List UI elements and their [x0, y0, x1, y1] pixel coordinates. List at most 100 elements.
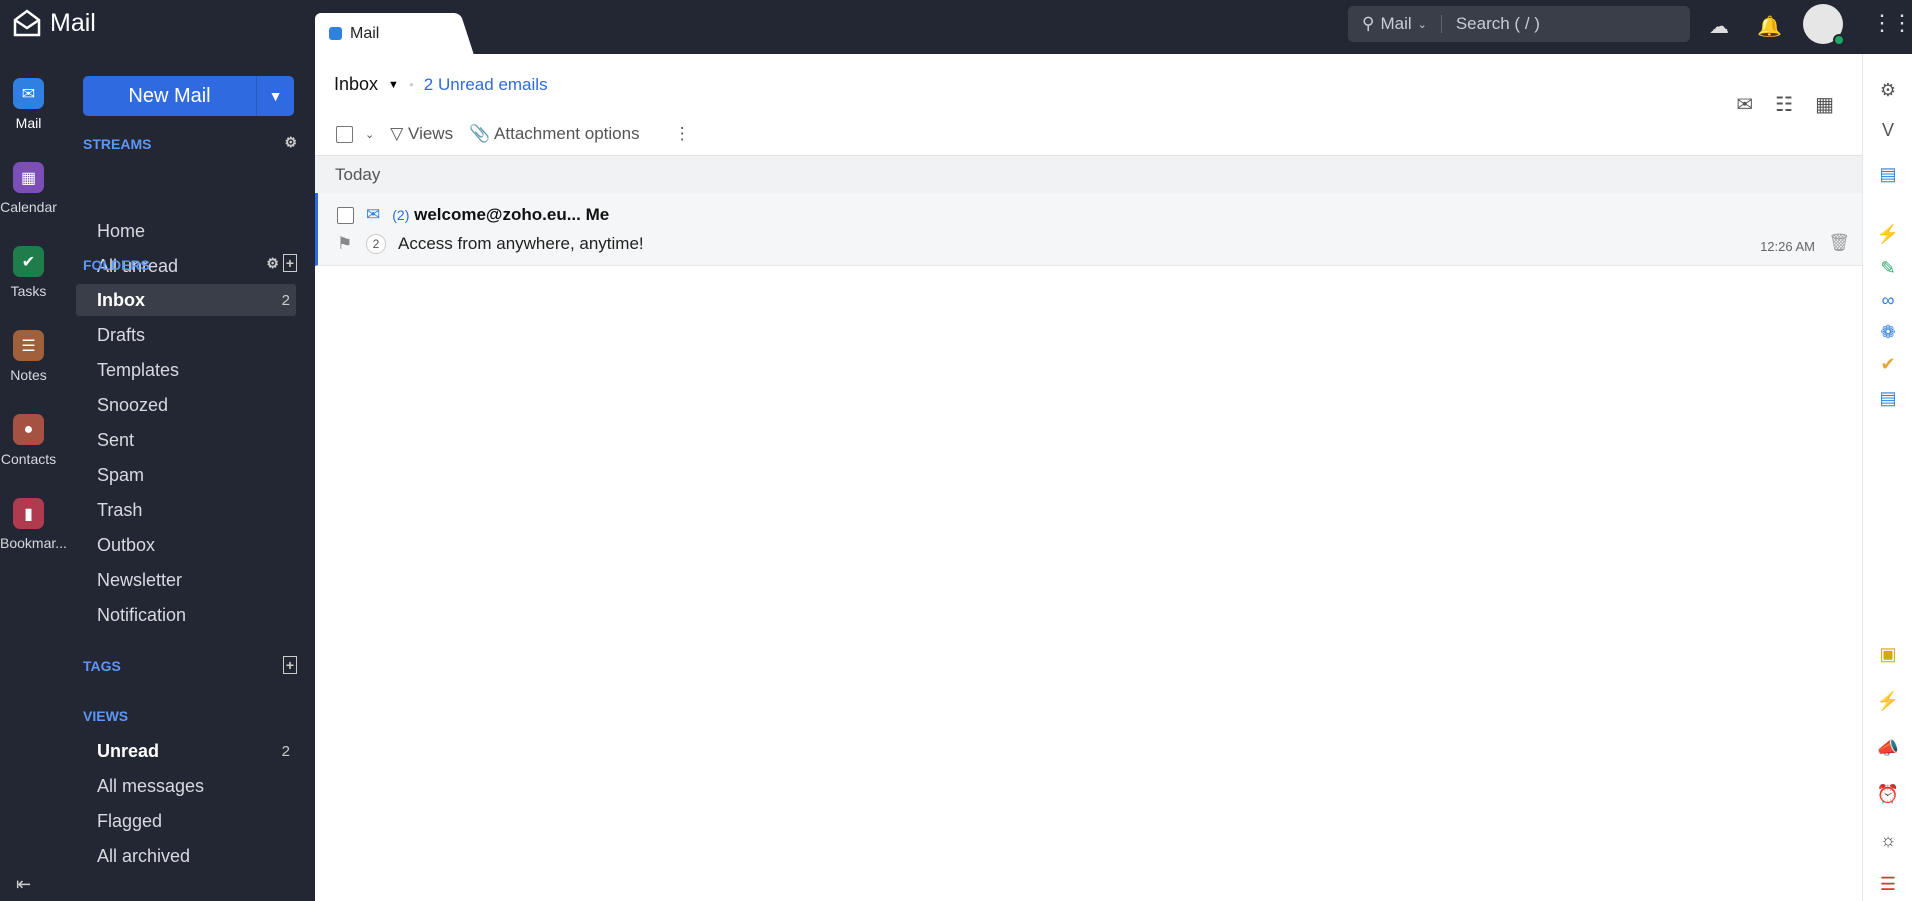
theme-icon[interactable]: ☼ — [1863, 830, 1912, 851]
unread-link[interactable]: 2 Unread emails — [424, 75, 548, 95]
announcement-icon[interactable]: 📣 — [1863, 738, 1912, 759]
settings-icon[interactable]: ⚙ — [1863, 80, 1912, 101]
sidebar-item-sent[interactable]: Sent — [76, 424, 296, 456]
select-all-checkbox[interactable] — [336, 125, 353, 143]
tab-label: Mail — [350, 24, 380, 42]
item-label: Templates — [97, 359, 180, 380]
gear-icon[interactable]: ⚙ — [266, 255, 279, 271]
online-status-icon — [1833, 34, 1845, 46]
chart-icon[interactable]: ▤ — [1863, 388, 1912, 409]
email-sender: welcome@zoho.eu... Me — [414, 205, 610, 224]
list-view-icon[interactable]: ☷ — [1775, 92, 1793, 117]
flag-icon[interactable]: ⚑ — [337, 234, 354, 254]
delete-icon[interactable]: 🗑 — [1828, 233, 1850, 253]
conversation-view-icon[interactable]: ✉ — [1736, 92, 1753, 117]
lightning-icon[interactable]: ⚡ — [1863, 691, 1912, 712]
sidebar-item-notification[interactable]: Notification — [76, 599, 296, 631]
item-label: Home — [97, 220, 146, 241]
folders-heading: FOLDERS ⚙ + — [83, 254, 297, 273]
sticky-note-icon[interactable]: ▣ — [1863, 644, 1912, 665]
right-toolbar: ⚙ V ▤ ⚡ ✎ ∞ ❁ ✔ ▤ ▣ ⚡ 📣 ⏰ ☼ ☰ — [1862, 54, 1912, 901]
sidebar-item-spam[interactable]: Spam — [76, 459, 296, 491]
sidebar-item-inbox[interactable]: Inbox 2 — [76, 284, 296, 316]
item-label: Inbox — [97, 289, 145, 310]
more-options-icon[interactable]: ⋮ — [674, 124, 691, 144]
mail-icon: ✉ — [13, 78, 44, 109]
view-options: ✉ ☷ ▦ — [1736, 92, 1834, 117]
new-mail-button[interactable]: New Mail ▼ — [83, 76, 294, 116]
sidebar-item-home[interactable]: Home — [76, 215, 296, 247]
folder-actions: ⚙ + — [266, 254, 297, 272]
link-icon[interactable]: ∞ — [1863, 290, 1912, 311]
list-header: Inbox ▼ ● 2 Unread emails — [334, 74, 548, 95]
new-mail-label[interactable]: New Mail — [83, 76, 257, 116]
add-tag-icon[interactable]: + — [282, 656, 297, 674]
add-folder-icon[interactable]: + — [282, 254, 297, 272]
email-subject: Access from anywhere, anytime! — [398, 234, 644, 253]
email-time: 12:26 AM — [1760, 239, 1815, 254]
chevron-down-icon[interactable]: ▼ — [257, 76, 294, 116]
sidebar-item-templates[interactable]: Templates — [76, 354, 296, 386]
attachment-icon: 📎 — [469, 124, 491, 143]
tab-mail[interactable]: Mail — [315, 13, 457, 54]
filter-icon: ▽ — [390, 124, 404, 143]
sidebar-item-newsletter[interactable]: Newsletter — [76, 564, 296, 596]
search-input[interactable]: Search ( / ) — [1456, 14, 1540, 34]
list-toolbar: ⌄ ▽ Views 📎 Attachment options ⋮ — [336, 124, 691, 144]
collapse-sidebar-icon[interactable]: ⇤ — [16, 874, 31, 895]
app-bookmarks[interactable]: ▮ Bookmar... — [0, 498, 67, 551]
attachment-options-button[interactable]: 📎 Attachment options — [469, 124, 640, 144]
app-notes[interactable]: ☰ Notes — [0, 330, 57, 383]
folders-title: FOLDERS — [83, 257, 150, 273]
chevron-down-icon[interactable]: ▼ — [388, 79, 399, 91]
search-icon: ⚲ — [1362, 14, 1375, 33]
app-contacts[interactable]: ● Contacts — [0, 414, 57, 467]
alarm-icon[interactable]: ⏰ — [1863, 784, 1912, 805]
avatar[interactable] — [1803, 4, 1845, 46]
checkmark-icon[interactable]: ✔ — [1863, 354, 1912, 375]
stream-settings-icon[interactable]: ⚙ — [284, 134, 297, 151]
item-label: Newsletter — [97, 569, 183, 590]
plug-icon[interactable]: ⚡ — [1863, 224, 1912, 245]
group-header: Today — [315, 155, 1862, 193]
item-label: Notification — [97, 604, 187, 625]
item-label: Snoozed — [97, 394, 169, 415]
wallet-icon[interactable]: ▤ — [1863, 164, 1912, 185]
views-button[interactable]: ▽ Views — [390, 124, 453, 144]
search-scope[interactable]: Mail — [1380, 14, 1411, 34]
app-label: Contacts — [0, 451, 57, 467]
sidebar-item-unread[interactable]: Unread 2 — [76, 735, 296, 767]
unread-count: 2 — [281, 291, 290, 309]
streams-heading: STREAMS ⚙ — [83, 134, 297, 152]
search-bar[interactable]: ⚲ Mail ⌄ Search ( / ) — [1348, 6, 1690, 42]
cloud-offline-icon[interactable]: ☁ — [1709, 14, 1729, 39]
sidebar-item-flagged[interactable]: Flagged — [76, 805, 296, 837]
folder-selector[interactable]: Inbox — [334, 74, 378, 95]
sidebar-item-drafts[interactable]: Drafts — [76, 319, 296, 351]
sidebar-item-outbox[interactable]: Outbox — [76, 529, 296, 561]
views-label: Views — [408, 124, 454, 143]
app-label: Calendar — [0, 199, 57, 215]
column-view-icon[interactable]: ▦ — [1815, 92, 1834, 117]
integration-icon[interactable]: ✎ — [1863, 258, 1912, 279]
sidebar-item-snoozed[interactable]: Snoozed — [76, 389, 296, 421]
email-row[interactable]: ✉ (2) welcome@zoho.eu... Me ⚑ 2 Access f… — [315, 193, 1862, 266]
email-checkbox[interactable] — [337, 206, 354, 224]
app-calendar[interactable]: ▦ Calendar — [0, 162, 57, 215]
bell-icon[interactable]: 🔔 — [1757, 14, 1782, 39]
item-label: Trash — [97, 499, 143, 520]
chevron-down-icon[interactable]: ⌄ — [365, 128, 374, 141]
mail-list-panel: Inbox ▼ ● 2 Unread emails ✉ ☷ ▦ ⌄ ▽ View… — [315, 54, 1862, 901]
folder-sidebar: New Mail ▼ STREAMS ⚙ Home All unread FOLD… — [57, 54, 315, 901]
chat-icon[interactable]: ☰ — [1863, 874, 1912, 895]
sidebar-item-all-archived[interactable]: All archived — [76, 840, 296, 872]
app-mail[interactable]: ✉ Mail — [0, 78, 57, 131]
app-tasks[interactable]: ✔ Tasks — [0, 246, 57, 299]
sidebar-item-trash[interactable]: Trash — [76, 494, 296, 526]
item-label: Flagged — [97, 810, 163, 831]
vani-icon[interactable]: V — [1863, 120, 1912, 141]
apps-grid-icon[interactable]: ⋮⋮⋮ — [1871, 10, 1912, 36]
puzzle-icon[interactable]: ❁ — [1863, 322, 1912, 343]
sidebar-item-all-messages[interactable]: All messages — [76, 770, 296, 802]
bookmark-icon: ▮ — [13, 498, 44, 529]
